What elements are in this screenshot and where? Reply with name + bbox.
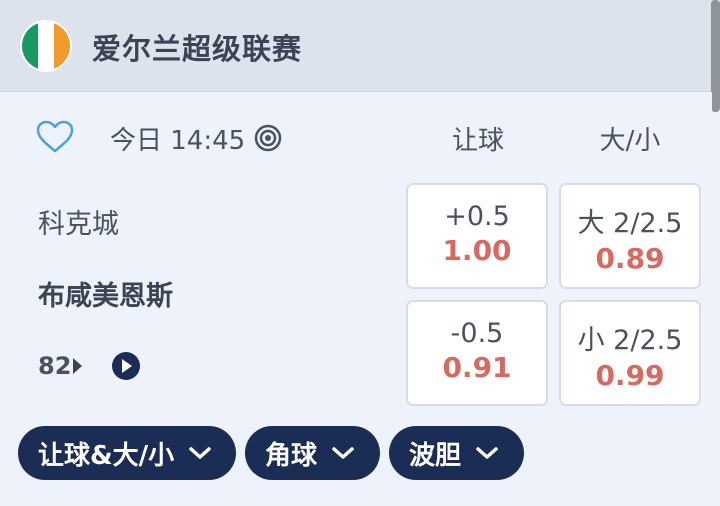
scrollbar-thumb[interactable] bbox=[711, 0, 720, 112]
match-minute: 82 bbox=[38, 352, 72, 380]
chevron-down-icon bbox=[332, 447, 354, 459]
odds-price: 1.00 bbox=[442, 234, 512, 267]
away-team-name: 布咸美恩斯 bbox=[38, 281, 173, 312]
league-header[interactable]: 爱尔兰超级联赛 bbox=[0, 0, 720, 92]
odds-line: -0.5 bbox=[450, 318, 504, 349]
chevron-down-icon bbox=[476, 447, 498, 459]
ireland-flag-icon bbox=[20, 20, 72, 72]
column-header-over-under: 大/小 bbox=[599, 126, 661, 156]
home-team-name: 科克城 bbox=[38, 209, 119, 240]
play-video-icon[interactable] bbox=[112, 352, 140, 380]
filter-label: 让球&大/小 bbox=[38, 440, 175, 471]
favorite-heart-icon[interactable] bbox=[36, 120, 74, 154]
filter-handicap-over-under-button[interactable]: 让球&大/小 bbox=[18, 426, 236, 480]
chevron-down-icon bbox=[189, 447, 211, 459]
odds-line: 大 2/2.5 bbox=[577, 208, 683, 239]
filter-label: 角球 bbox=[265, 440, 318, 471]
odds-price: 0.91 bbox=[442, 351, 512, 384]
match-time: 今日 14:45 bbox=[110, 126, 246, 156]
filter-corners-button[interactable]: 角球 bbox=[245, 426, 380, 480]
caret-right-icon bbox=[73, 358, 82, 374]
filter-correct-score-button[interactable]: 波胆 bbox=[389, 426, 524, 480]
live-target-icon[interactable] bbox=[254, 124, 282, 152]
odds-over[interactable]: 大 2/2.5 0.89 bbox=[559, 183, 701, 289]
odds-under[interactable]: 小 2/2.5 0.99 bbox=[559, 300, 701, 406]
column-header-handicap: 让球 bbox=[451, 126, 504, 156]
odds-away-handicap[interactable]: -0.5 0.91 bbox=[406, 300, 548, 406]
filter-label: 波胆 bbox=[409, 440, 462, 471]
league-title: 爱尔兰超级联赛 bbox=[92, 32, 303, 66]
odds-price: 0.89 bbox=[595, 242, 665, 275]
odds-line: 小 2/2.5 bbox=[577, 325, 683, 356]
odds-price: 0.99 bbox=[595, 359, 665, 392]
odds-line: +0.5 bbox=[444, 201, 510, 232]
odds-home-handicap[interactable]: +0.5 1.00 bbox=[406, 183, 548, 289]
